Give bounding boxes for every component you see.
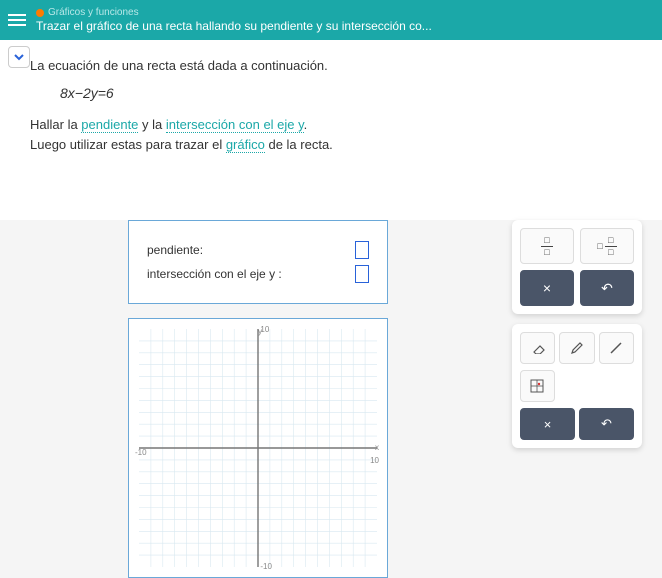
eraser-tool[interactable] — [520, 332, 555, 364]
chevron-down-icon — [13, 51, 25, 63]
breadcrumb-label: Gráficos y funciones — [48, 7, 139, 19]
graph-link[interactable]: gráfico — [226, 137, 265, 153]
x-axis-label: x — [375, 443, 379, 452]
y-intercept-link[interactable]: intersección con el eje y — [166, 117, 304, 133]
problem-intro: La ecuación de una recta está dada a con… — [30, 58, 642, 73]
line-icon — [609, 341, 623, 355]
pencil-tool[interactable] — [559, 332, 594, 364]
undo-icon: ↶ — [601, 280, 613, 297]
grid-point-icon — [530, 379, 544, 393]
tick-neg10y: -10 — [260, 562, 272, 571]
times-icon: × — [544, 417, 552, 432]
fraction-icon: □□ — [541, 236, 553, 257]
mixed-number-button[interactable]: □□□ — [580, 228, 634, 264]
graph-canvas[interactable]: y x -10 10 10 -10 — [128, 318, 388, 578]
page-title: Trazar el gráfico de una recta hallando … — [36, 19, 432, 33]
graph-clear-button[interactable]: × — [520, 408, 575, 440]
tick-10y: 10 — [260, 325, 269, 334]
times-icon: × — [543, 280, 551, 296]
slope-link[interactable]: pendiente — [81, 117, 138, 133]
tick-neg10x: -10 — [135, 448, 147, 457]
menu-button[interactable] — [8, 14, 26, 26]
mixed-number-icon: □□□ — [597, 236, 616, 257]
tick-10x: 10 — [370, 456, 379, 465]
breadcrumb-dot-icon — [36, 9, 44, 17]
answer-box: pendiente: intersección con el eje y : — [128, 220, 388, 304]
slope-input[interactable] — [355, 241, 369, 259]
intercept-input[interactable] — [355, 265, 369, 283]
problem-equation: 8x−2y=6 — [60, 85, 642, 101]
collapse-button[interactable] — [8, 46, 30, 68]
eraser-icon — [530, 342, 546, 354]
slope-label: pendiente: — [147, 243, 203, 257]
point-grid-tool[interactable] — [520, 370, 555, 402]
graph-tools: × ↶ — [512, 324, 642, 448]
undo-button[interactable]: ↶ — [580, 270, 634, 306]
grid-icon — [139, 329, 377, 567]
line-tool[interactable] — [599, 332, 634, 364]
pencil-icon — [570, 341, 584, 355]
math-input-tools: □□ □□□ × ↶ — [512, 220, 642, 314]
graph-undo-button[interactable]: ↶ — [579, 408, 634, 440]
problem-instructions: Hallar la pendiente y la intersección co… — [30, 115, 642, 154]
undo-icon: ↶ — [601, 416, 612, 432]
fraction-button[interactable]: □□ — [520, 228, 574, 264]
clear-button[interactable]: × — [520, 270, 574, 306]
breadcrumb: Gráficos y funciones — [36, 7, 432, 19]
intercept-label: intersección con el eje y : — [147, 267, 282, 281]
